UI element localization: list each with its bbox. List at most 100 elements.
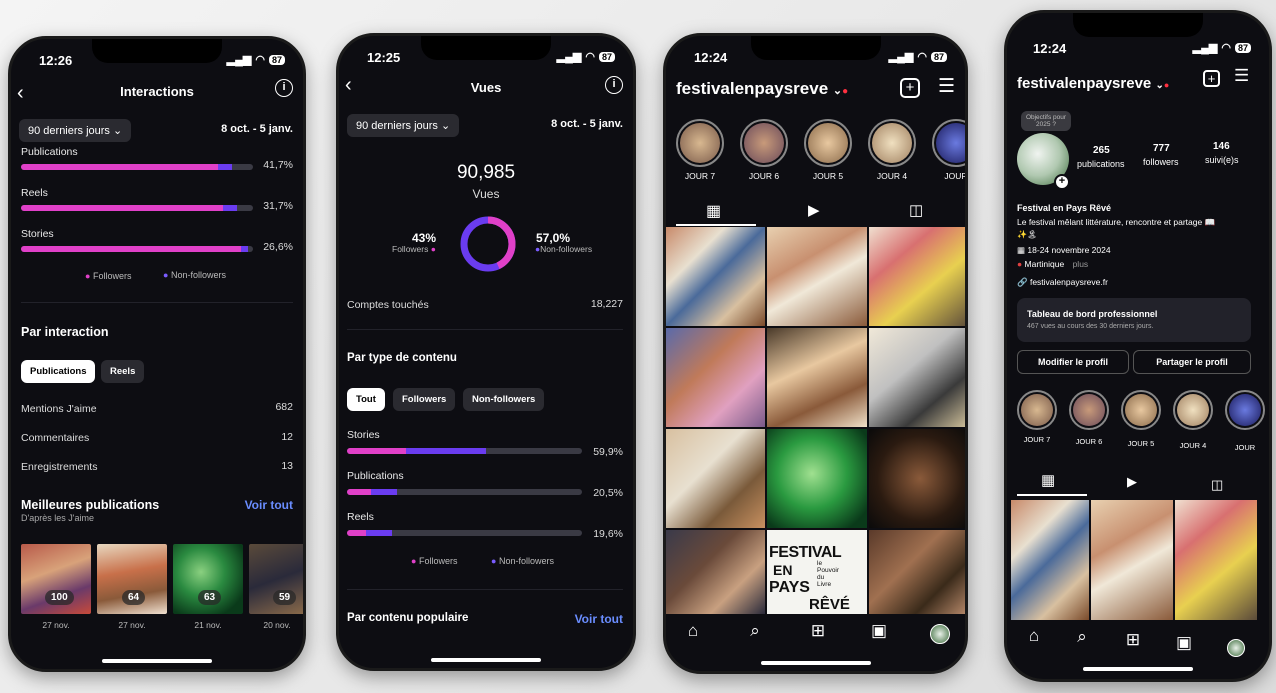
- notch: [750, 36, 881, 60]
- stat-label: followers: [1143, 157, 1179, 167]
- story-highlight[interactable]: [1121, 390, 1161, 430]
- edit-profile-button[interactable]: Modifier le profil: [1017, 350, 1129, 374]
- signal-icon: ▂▄▆: [226, 54, 252, 66]
- followers-segment: [347, 489, 371, 495]
- grid-post[interactable]: [869, 227, 965, 326]
- followers-percent: 43%: [412, 231, 437, 245]
- followers-segment: [21, 164, 218, 170]
- poster-title-line: EN: [773, 562, 793, 578]
- story-highlight[interactable]: [1173, 390, 1213, 430]
- wifi-icon: ◠: [1221, 42, 1231, 54]
- reels-icon[interactable]: ▣: [1173, 633, 1195, 653]
- menu-icon[interactable]: ☰: [938, 75, 955, 98]
- pin-icon: ●: [1017, 259, 1023, 269]
- grid-post[interactable]: [1091, 500, 1173, 620]
- tagged-tab-icon[interactable]: ◫: [909, 201, 923, 219]
- profile-avatar-icon[interactable]: [930, 624, 950, 644]
- best-posts-subtitle: D'après les J'aime: [21, 513, 94, 523]
- website-link[interactable]: 🔗 festivalenpaysreve.fr: [1017, 277, 1108, 288]
- bar-percent: 41,7%: [263, 159, 293, 171]
- non-followers-segment: [223, 205, 237, 211]
- wifi-icon: ◠: [917, 51, 927, 63]
- reels-tab-icon[interactable]: ▶: [1127, 474, 1137, 490]
- stat-label: Commentaires: [21, 432, 90, 444]
- search-icon[interactable]: ⌕: [744, 621, 766, 641]
- search-icon[interactable]: ⌕: [1071, 627, 1093, 647]
- legend-non-followers: ● Non-followers: [491, 556, 554, 566]
- create-icon[interactable]: ⊞: [1122, 630, 1144, 650]
- add-story-icon[interactable]: +: [1054, 174, 1070, 190]
- create-icon[interactable]: ⊞: [807, 621, 829, 641]
- grid-tab-icon[interactable]: ▦: [1041, 471, 1055, 489]
- grid-post[interactable]: [666, 227, 765, 326]
- tab-followers[interactable]: Followers: [393, 388, 456, 411]
- story-highlight[interactable]: [932, 119, 965, 167]
- status-time: 12:24: [694, 50, 728, 65]
- story-highlight-label: JOUR: [944, 171, 968, 181]
- note-bubble[interactable]: Objectifs pour 2025 ?: [1021, 111, 1071, 131]
- home-icon[interactable]: ⌂: [1023, 626, 1045, 646]
- tab-all[interactable]: Tout: [347, 388, 385, 411]
- tab-reels[interactable]: Reels: [101, 360, 145, 383]
- grid-post[interactable]: [869, 530, 965, 614]
- grid-post[interactable]: [666, 429, 765, 528]
- story-highlight[interactable]: [804, 119, 852, 167]
- see-all-link[interactable]: Voir tout: [575, 612, 623, 626]
- stat-label: Enregistrements: [21, 461, 98, 473]
- profile-avatar-icon[interactable]: [1227, 639, 1245, 657]
- grid-post[interactable]: [869, 429, 965, 528]
- story-highlight[interactable]: [740, 119, 788, 167]
- bar-label: Stories: [21, 228, 54, 240]
- username-switcher[interactable]: festivalenpaysreve ⌄●: [676, 79, 848, 99]
- likes-count: 64: [122, 590, 146, 605]
- username-switcher[interactable]: festivalenpaysreve ⌄●: [1017, 75, 1169, 92]
- grid-post[interactable]: [767, 227, 867, 326]
- bar-percent: 20,5%: [593, 487, 623, 499]
- range-dropdown[interactable]: 90 derniers jours ⌄: [347, 114, 460, 137]
- bio-more-link[interactable]: plus: [1073, 259, 1089, 269]
- likes-count: 59: [273, 590, 297, 605]
- share-profile-button[interactable]: Partager le profil: [1133, 350, 1251, 374]
- grid-post[interactable]: [1175, 500, 1257, 620]
- see-all-link[interactable]: Voir tout: [245, 498, 293, 512]
- tagged-tab-icon[interactable]: ◫: [1211, 477, 1223, 493]
- home-icon[interactable]: ⌂: [682, 621, 704, 641]
- range-dropdown[interactable]: 90 derniers jours ⌄: [19, 119, 132, 142]
- grid-post[interactable]: [869, 328, 965, 427]
- battery-level: 87: [598, 51, 615, 62]
- followers-label: Followers ●: [392, 244, 436, 254]
- grid-post[interactable]: [767, 328, 867, 427]
- add-content-icon[interactable]: +: [1203, 70, 1220, 87]
- likes-count: 63: [198, 590, 222, 605]
- info-icon[interactable]: i: [605, 76, 623, 94]
- followers-segment: [347, 530, 366, 536]
- story-highlight[interactable]: [1225, 390, 1265, 430]
- grid-post[interactable]: [666, 328, 765, 427]
- pro-dashboard-card[interactable]: [1017, 298, 1251, 342]
- grid-post[interactable]: [1011, 500, 1089, 620]
- legend-followers: ● Followers: [85, 271, 132, 281]
- status-bar: 12:24 ▂▄▆ ◠ 87: [1007, 41, 1269, 61]
- story-highlight[interactable]: [1017, 390, 1057, 430]
- tab-publications[interactable]: Publications: [21, 360, 96, 383]
- grid-post[interactable]: [666, 530, 765, 614]
- tab-non-followers[interactable]: Non-followers: [463, 388, 545, 411]
- menu-icon[interactable]: ☰: [1234, 66, 1249, 86]
- grid-post[interactable]: [767, 429, 867, 528]
- story-highlight[interactable]: [676, 119, 724, 167]
- bio-line: ▦ 18-24 novembre 2024: [1017, 245, 1111, 255]
- add-content-icon[interactable]: +: [900, 78, 920, 98]
- profile-name: Festival en Pays Rêvé: [1017, 203, 1112, 213]
- phone-profile-grid: 12:24 ▂▄▆ ◠ 87 festivalenpaysreve ⌄● + ☰ J…: [663, 33, 968, 674]
- reels-tab-icon[interactable]: ▶: [808, 201, 820, 219]
- festival-poster[interactable]: FESTIVAL EN PAYS RÊVÉ le Pouvoir du Livre: [767, 530, 867, 614]
- bar-label: Stories: [347, 429, 380, 441]
- bio-line: Le festival mêlant littérature, rencontr…: [1017, 217, 1216, 227]
- story-highlight[interactable]: [868, 119, 916, 167]
- reels-icon[interactable]: ▣: [868, 621, 890, 641]
- grid-tab-icon[interactable]: ▦: [706, 201, 721, 221]
- story-highlight[interactable]: [1069, 390, 1109, 430]
- info-icon[interactable]: i: [275, 79, 293, 97]
- battery-level: 87: [268, 54, 285, 65]
- grid-tab-underline: [1017, 494, 1087, 496]
